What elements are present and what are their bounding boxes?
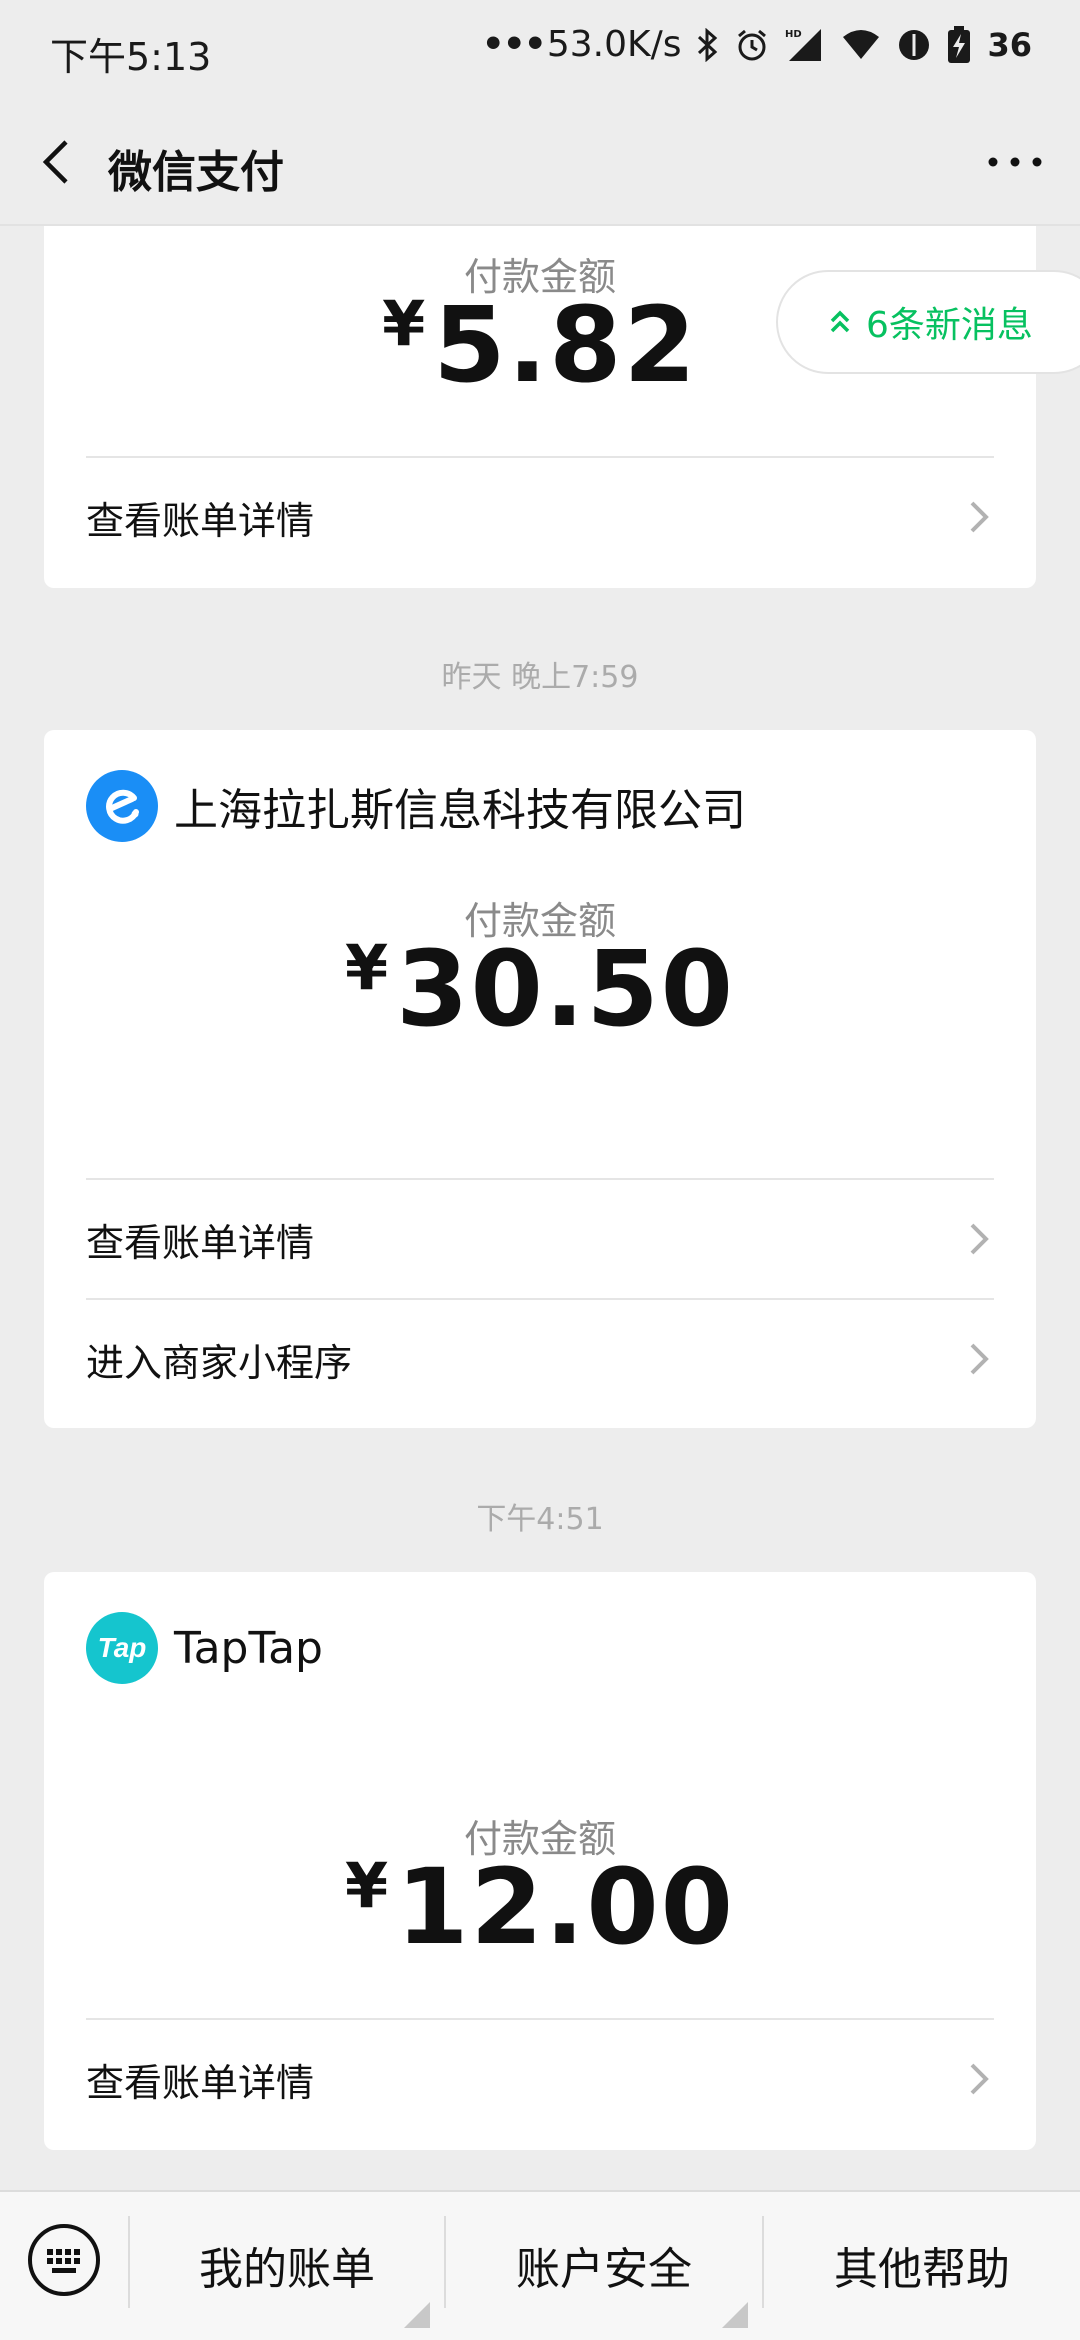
- network-speed: 53.0K/s: [546, 24, 682, 65]
- currency-symbol: ¥: [344, 931, 391, 1004]
- vpn-icon: [899, 29, 930, 60]
- bluetooth-icon: [698, 27, 718, 62]
- double-chevron-up-icon: [830, 310, 850, 333]
- menu-item-label: 账户安全: [516, 2244, 692, 2295]
- payment-card: Tap TapTap 付款金额 ¥12.00 查看账单详情: [44, 1572, 1036, 2150]
- row-label: 查看账单详情: [86, 1220, 315, 1265]
- amount-value: 30.50: [396, 928, 736, 1050]
- currency-symbol: ¥: [344, 1849, 391, 1922]
- row-label: 进入商家小程序: [86, 1340, 353, 1385]
- view-bill-details-row[interactable]: 查看账单详情: [86, 458, 994, 576]
- eleme-logo-icon: [86, 770, 158, 842]
- keyboard-icon[interactable]: [26, 2222, 102, 2298]
- merchant-name: TapTap: [174, 1622, 323, 1674]
- menu-item-account-security[interactable]: 账户安全: [446, 2192, 762, 2338]
- chevron-right-icon: [970, 2063, 989, 2095]
- menu-item-other-help[interactable]: 其他帮助: [764, 2192, 1080, 2338]
- chevron-right-icon: [970, 501, 989, 533]
- row-label: 查看账单详情: [86, 498, 315, 543]
- battery-charging-icon: [948, 25, 971, 63]
- row-label: 查看账单详情: [86, 2060, 315, 2105]
- chevron-right-icon: [970, 1223, 989, 1255]
- view-bill-details-row[interactable]: 查看账单详情: [86, 1180, 994, 1298]
- alarm-icon: [738, 29, 767, 60]
- status-icons: ••• 53.0K/s HD 36: [482, 24, 1032, 65]
- view-bill-details-row[interactable]: 查看账单详情: [86, 2020, 994, 2138]
- new-messages-label: 6条新消息: [866, 305, 1033, 346]
- battery-level: 36: [987, 25, 1032, 64]
- new-messages-button[interactable]: 6条新消息: [776, 270, 1080, 374]
- status-bar: 下午5:13 ••• 53.0K/s HD 36: [0, 0, 1080, 100]
- payment-card: 上海拉扎斯信息科技有限公司 付款金额 ¥30.50 查看账单详情 进入商家小程序: [44, 730, 1036, 1428]
- bottom-menu-bar: 我的账单 账户安全 其他帮助: [0, 2190, 1080, 2340]
- page-title: 微信支付: [108, 147, 284, 198]
- more-dots-icon: •••: [481, 24, 547, 65]
- menu-item-my-bills[interactable]: 我的账单: [130, 2192, 444, 2338]
- wifi-icon: [843, 29, 880, 59]
- more-options-icon[interactable]: [980, 140, 1050, 184]
- payment-amount: ¥12.00: [44, 1846, 1036, 1968]
- submenu-indicator-icon: [404, 2302, 430, 2328]
- payment-amount: ¥30.50: [44, 928, 1036, 1050]
- logo-text: Tap: [97, 1632, 147, 1663]
- currency-symbol: ¥: [382, 287, 428, 360]
- status-time: 下午5:13: [50, 35, 212, 79]
- menu-item-label: 我的账单: [199, 2244, 375, 2295]
- amount-value: 5.82: [433, 284, 698, 406]
- chevron-right-icon: [970, 1343, 989, 1375]
- message-timestamp: 昨天 晚上7:59: [441, 660, 639, 695]
- merchant-header: Tap TapTap: [86, 1612, 323, 1684]
- back-icon[interactable]: [28, 132, 88, 192]
- svg-text:HD: HD: [785, 29, 802, 40]
- merchant-name: 上海拉扎斯信息科技有限公司: [174, 785, 746, 836]
- merchant-header: 上海拉扎斯信息科技有限公司: [86, 770, 746, 842]
- amount-value: 12.00: [396, 1846, 736, 1968]
- taptap-logo-icon: Tap: [86, 1612, 158, 1684]
- signal-hd-icon: HD: [785, 28, 822, 61]
- enter-mini-program-row[interactable]: 进入商家小程序: [86, 1300, 994, 1418]
- submenu-indicator-icon: [722, 2302, 748, 2328]
- nav-bar: 微信支付: [0, 100, 1080, 225]
- menu-item-label: 其他帮助: [834, 2244, 1010, 2295]
- message-timestamp: 下午4:51: [476, 1502, 604, 1537]
